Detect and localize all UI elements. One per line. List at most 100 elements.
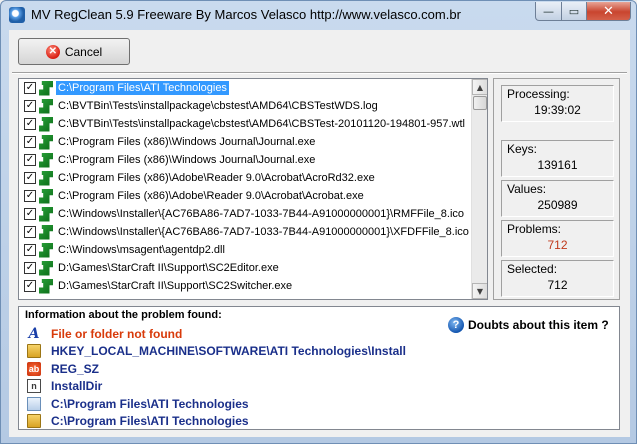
scroll-down-arrow-icon[interactable]: ▼ [472,283,487,299]
registry-item-icon [39,80,53,96]
registry-item-icon [39,260,53,276]
app-window: MV RegClean 5.9 Freeware By Marcos Velas… [0,0,637,444]
info-text: C:\Program Files\ATI Technologies [51,396,249,411]
item-checkbox[interactable]: ✓ [24,190,36,202]
item-checkbox[interactable]: ✓ [24,100,36,112]
registry-item-icon [39,278,53,294]
values-stat: Values: 250989 [501,180,614,217]
registry-item-icon [39,224,53,240]
list-item[interactable]: ✓ C:\BVTBin\Tests\installpackage\cbstest\… [19,115,471,133]
registry-item-icon [39,98,53,114]
maximize-button[interactable]: ▭ [561,2,587,21]
folder-icon [27,414,41,428]
item-checkbox[interactable]: ✓ [24,280,36,292]
doubts-label: Doubts about this item ? [468,318,609,332]
item-path: C:\Windows\msagent\agentdp2.dll [58,244,225,256]
item-checkbox[interactable]: ✓ [24,226,36,238]
title-bar[interactable]: MV RegClean 5.9 Freeware By Marcos Velas… [1,1,636,29]
registry-item-icon [39,134,53,150]
item-checkbox[interactable]: ✓ [24,262,36,274]
keys-stat: Keys: 139161 [501,140,614,177]
info-row: A File or folder not found [27,325,183,342]
item-path: C:\Program Files (x86)\Windows Journal\J… [58,136,316,148]
keys-value: 139161 [537,158,578,172]
list-item[interactable]: ✓ C:\Windows\Installer\{AC76BA86-7AD7-103… [19,205,471,223]
values-value: 250989 [537,198,578,212]
registry-item-icon [39,188,53,204]
item-checkbox[interactable]: ✓ [24,154,36,166]
item-path: C:\BVTBin\Tests\installpackage\cbstest\A… [58,118,466,130]
problems-label: Problems: [507,222,562,236]
item-checkbox[interactable]: ✓ [24,82,36,94]
help-icon: ? [448,317,464,333]
document-icon [27,396,41,411]
item-checkbox[interactable]: ✓ [24,136,36,148]
scroll-up-arrow-icon[interactable]: ▲ [472,79,487,95]
registry-item-icon [39,206,53,222]
processing-stat: Processing: 19:39:02 [501,85,614,122]
item-path: C:\BVTBin\Tests\installpackage\cbstest\A… [58,100,378,112]
list-scrollbar[interactable]: ▲ ▼ [471,79,487,299]
info-row: C:\Program Files\ATI Technologies [27,395,249,412]
item-path: D:\Games\StarCraft II\Support\SC2Editor.… [58,262,279,274]
list-item[interactable]: ✓ C:\Windows\msagent\agentdp2.dll [19,241,471,259]
list-item[interactable]: ✓ C:\Program Files\ATI Technologies [19,79,471,97]
cancel-button-label: Cancel [64,44,103,59]
registry-string-icon: ab [27,361,41,376]
main-panel: ✕ Cancel ▲ ▼ ✓ C:\Program Files\ATI Techn… [9,30,630,437]
list-item[interactable]: ✓ D:\Games\StarCraft II\Support\SC2Editor… [19,259,471,277]
registry-item-icon [39,170,53,186]
list-item[interactable]: ✓ C:\Program Files (x86)\Adobe\Reader 9.0… [19,169,471,187]
value-name-icon: n [27,379,41,393]
minimize-button[interactable]: — [535,2,562,21]
processing-value: 19:39:02 [534,103,581,117]
info-text: InstallDir [51,379,103,393]
info-text: REG_SZ [51,361,100,376]
item-path: C:\Program Files (x86)\Adobe\Reader 9.0\… [58,172,375,184]
info-title: Information about the problem found: [25,309,222,321]
close-button[interactable]: ✕ [586,2,631,21]
problems-stat: Problems: 712 [501,220,614,257]
scroll-thumb[interactable] [473,96,487,110]
problem-info-panel: Information about the problem found: ? D… [18,306,620,430]
registry-item-icon [39,152,53,168]
separator [12,72,627,74]
keys-label: Keys: [507,142,538,156]
cancel-button[interactable]: ✕ Cancel [18,38,130,65]
info-text: HKEY_LOCAL_MACHINE\SOFTWARE\ATI Technolo… [51,344,406,358]
window-title: MV RegClean 5.9 Freeware By Marcos Velas… [31,7,461,22]
stats-panel: Processing: 19:39:02 Keys: 139161 Values… [493,78,620,300]
info-row: HKEY_LOCAL_MACHINE\SOFTWARE\ATI Technolo… [27,343,406,360]
item-checkbox[interactable]: ✓ [24,208,36,220]
item-checkbox[interactable]: ✓ [24,244,36,256]
list-item[interactable]: ✓ D:\Games\StarCraft II\Support\SC2Switch… [19,277,471,295]
info-row: C:\Program Files\ATI Technologies [27,413,249,430]
selected-value: 712 [547,278,568,292]
selected-stat: Selected: 712 [501,260,614,297]
info-text: File or folder not found [51,326,183,341]
info-text: C:\Program Files\ATI Technologies [51,414,249,428]
info-row: ab REG_SZ [27,360,99,377]
cancel-icon: ✕ [45,44,60,59]
list-item[interactable]: ✓ C:\Windows\Installer\{AC76BA86-7AD7-103… [19,223,471,241]
item-checkbox[interactable]: ✓ [24,118,36,130]
list-item[interactable]: ✓ C:\Program Files (x86)\Adobe\Reader 9.0… [19,187,471,205]
processing-label: Processing: [507,87,570,101]
list-item[interactable]: ✓ C:\BVTBin\Tests\installpackage\cbstest\… [19,97,471,115]
list-item[interactable]: ✓ C:\Program Files (x86)\Windows Journal\… [19,151,471,169]
info-row: n InstallDir [27,378,102,395]
item-path: D:\Games\StarCraft II\Support\SC2Switche… [58,280,293,292]
font-icon: A [28,325,40,342]
item-path: C:\Program Files (x86)\Adobe\Reader 9.0\… [58,190,364,202]
item-checkbox[interactable]: ✓ [24,172,36,184]
problem-list[interactable]: ▲ ▼ ✓ C:\Program Files\ATI Technologies ✓ C… [18,78,488,300]
doubts-link[interactable]: ? Doubts about this item ? [448,317,609,333]
problems-value: 712 [547,238,568,252]
list-item[interactable]: ✓ C:\Program Files (x86)\Windows Journal\… [19,133,471,151]
registry-item-icon [39,116,53,132]
item-path: C:\Windows\Installer\{AC76BA86-7AD7-1033… [58,208,465,220]
item-path: C:\Program Files\ATI Technologies [56,81,229,95]
registry-folder-icon [27,344,41,358]
item-path: C:\Windows\Installer\{AC76BA86-7AD7-1033… [58,226,469,238]
item-path: C:\Program Files (x86)\Windows Journal\J… [58,154,316,166]
